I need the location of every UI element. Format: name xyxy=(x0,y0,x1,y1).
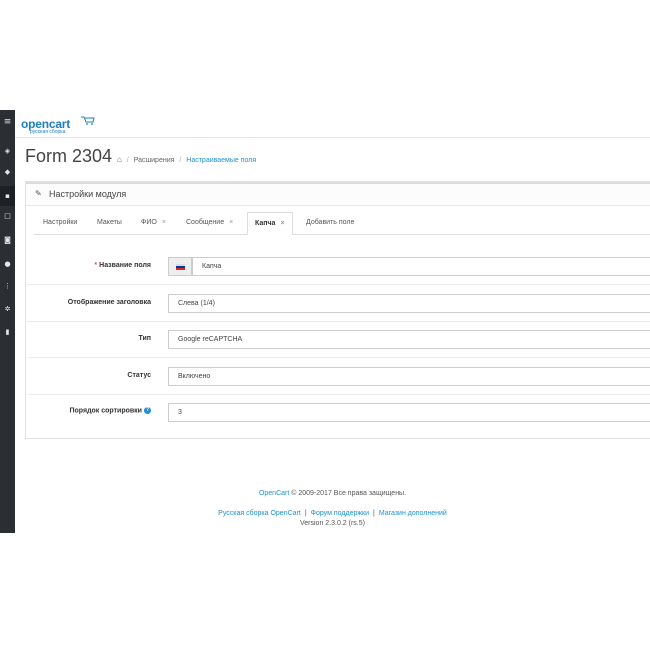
panel-heading: ✎ Настройки модуля xyxy=(26,182,650,206)
puzzle-icon[interactable]: ▪ xyxy=(0,192,15,200)
pencil-icon: ✎ xyxy=(35,189,42,198)
chart-icon[interactable]: ▮ xyxy=(0,328,15,336)
addon-store-link[interactable]: Магазин дополнений xyxy=(379,510,447,517)
form-row-title-display: Отображение заголовка Слева (1/4) xyxy=(27,286,650,322)
tab-label: Макеты xyxy=(97,219,122,226)
language-flag-addon xyxy=(168,257,192,276)
close-icon[interactable]: × xyxy=(280,220,284,227)
russian-flag-icon xyxy=(176,264,185,270)
cart-logo-icon xyxy=(81,116,95,125)
screen: { "colors": { "sidebar_bg": "#2b2f33", "… xyxy=(0,0,650,650)
footer: OpenCart © 2009-2017 Все права защищены.… xyxy=(15,489,650,529)
header: opencart русская сборка xyxy=(15,110,650,138)
module-settings-panel: ✎ Настройки модуля Настройки Макеты ФИО ×… xyxy=(25,181,650,439)
type-select[interactable]: Google reCAPTCHA xyxy=(168,330,650,349)
breadcrumb-custom-fields[interactable]: Настраиваемые поля xyxy=(186,157,256,164)
copyright-text: © 2009-2017 Все права защищены. xyxy=(291,490,407,497)
breadcrumb-separator: / xyxy=(126,157,129,164)
breadcrumb-extensions[interactable]: Расширения xyxy=(134,157,175,164)
required-mark: * xyxy=(94,262,98,269)
tab-fio[interactable]: ФИО × xyxy=(141,212,166,235)
field-name-label: * Название поля xyxy=(94,262,151,269)
form-row-type: Тип Google reCAPTCHA xyxy=(27,322,650,358)
footer-version: Version 2.3.0.2 (rs.5) xyxy=(300,520,365,527)
status-label: Статус xyxy=(127,372,151,379)
tab-label: Сообщение xyxy=(186,219,225,226)
logo-subtext: русская сборка xyxy=(30,129,66,135)
sidebar: ≡ ◈ ◆ ▪ □ ◙ ● ⋮ ✲ ▮ xyxy=(0,110,15,533)
footer-links-line: Русская сборка OpenCart | Форум поддержки |… xyxy=(15,509,650,519)
title-display-select[interactable]: Слева (1/4) xyxy=(168,294,650,313)
share-icon[interactable]: ⋮ xyxy=(0,282,15,290)
tab-captcha[interactable]: Капча × xyxy=(247,212,293,235)
title-display-label: Отображение заголовка xyxy=(67,299,151,306)
support-forum-link[interactable]: Форум поддержки xyxy=(311,510,369,517)
form-row-sort-order: Порядок сортировки? 3 xyxy=(27,395,650,431)
tag-icon[interactable]: ◆ xyxy=(0,168,15,176)
logo[interactable]: opencart русская сборка xyxy=(21,115,95,135)
page-header: Form 2304 ⌂ / Расширения / Настраиваемые… xyxy=(25,146,650,174)
tabs: Настройки Макеты ФИО × Сообщение × Капча × … xyxy=(34,212,650,235)
home-icon[interactable]: ⌂ xyxy=(117,155,122,164)
tab-label: ФИО xyxy=(141,219,157,226)
form-row-field-name: * Название поля Капча xyxy=(27,249,650,285)
footer-copyright-line: OpenCart © 2009-2017 Все права защищены. xyxy=(15,489,650,499)
panel-title: Настройки модуля xyxy=(49,189,127,199)
sort-order-label: Порядок сортировки? xyxy=(69,407,151,415)
status-select[interactable]: Включено xyxy=(168,367,650,386)
tab-label: Настройки xyxy=(43,219,78,226)
desktop-icon[interactable]: □ xyxy=(0,212,15,220)
close-icon[interactable]: × xyxy=(162,219,166,226)
close-icon[interactable]: × xyxy=(229,219,233,226)
breadcrumb-separator: / xyxy=(179,157,182,164)
tab-message[interactable]: Сообщение × xyxy=(186,212,233,235)
field-name-input[interactable]: Капча xyxy=(192,257,650,276)
footer-divider: | xyxy=(304,510,307,517)
footer-divider: | xyxy=(373,510,375,517)
form-row-status: Статус Включено xyxy=(27,359,650,395)
opencart-link[interactable]: OpenCart xyxy=(259,490,289,497)
help-icon[interactable]: ? xyxy=(144,407,151,414)
type-label: Тип xyxy=(138,335,151,342)
page-title: Form 2304 xyxy=(25,146,113,166)
tab-settings[interactable]: Настройки xyxy=(43,212,77,235)
tab-label: Добавить поле xyxy=(306,219,355,226)
tab-label: Капча xyxy=(255,220,276,227)
sort-order-input[interactable]: 3 xyxy=(168,403,650,422)
dashboard-icon[interactable]: ◈ xyxy=(0,147,15,155)
tab-layouts[interactable]: Макеты xyxy=(97,212,122,235)
breadcrumb: ⌂ / Расширения / Настраиваемые поля xyxy=(117,155,256,164)
tab-add-field[interactable]: Добавить поле xyxy=(306,212,354,235)
russian-build-link[interactable]: Русская сборка OpenCart xyxy=(218,510,301,517)
settings-icon[interactable]: ✲ xyxy=(0,305,15,313)
cart-icon[interactable]: ◙ xyxy=(0,236,15,244)
user-icon[interactable]: ● xyxy=(0,260,15,268)
menu-icon[interactable]: ≡ xyxy=(0,118,15,127)
